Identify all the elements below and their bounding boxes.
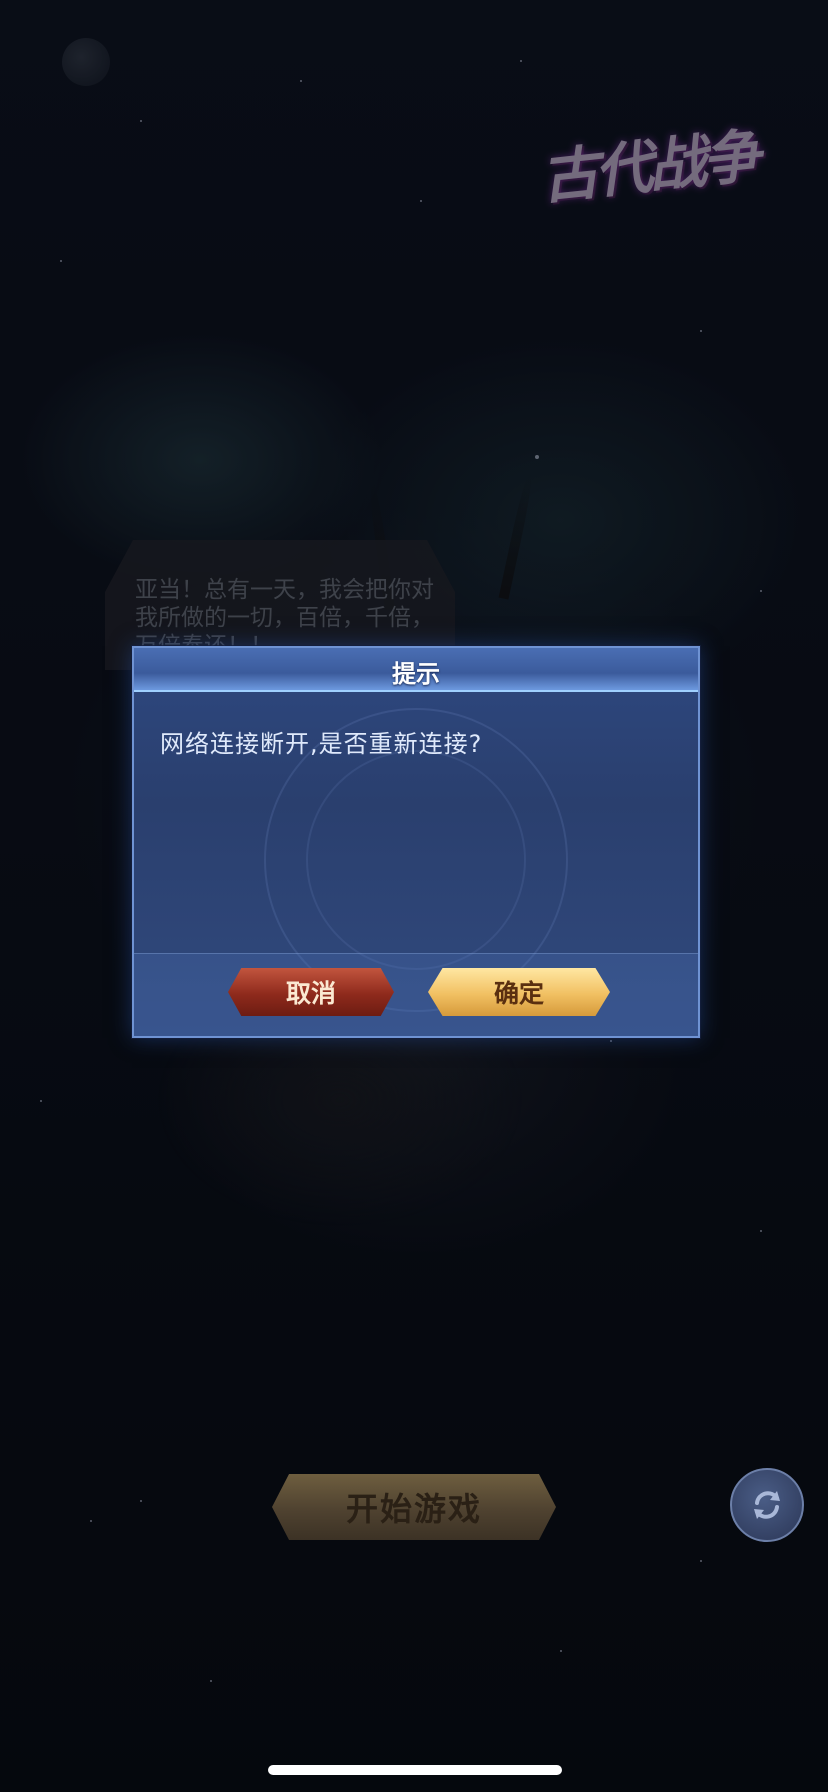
refresh-icon [754,1491,780,1519]
dialog-title: 提示 [392,659,440,688]
start-game-button[interactable]: 开始游戏 [272,1474,556,1540]
dialog-header: 提示 [134,648,698,692]
dialog-footer [134,953,698,1036]
dialog-message: 网络连接断开,是否重新连接? [160,730,483,758]
reconnect-dialog: 提示 网络连接断开,是否重新连接? 取消 确定 [132,646,700,1038]
home-indicator[interactable] [268,1765,562,1775]
confirm-button[interactable]: 确定 [428,968,610,1016]
refresh-button[interactable] [730,1468,804,1542]
cancel-button[interactable]: 取消 [228,968,394,1016]
